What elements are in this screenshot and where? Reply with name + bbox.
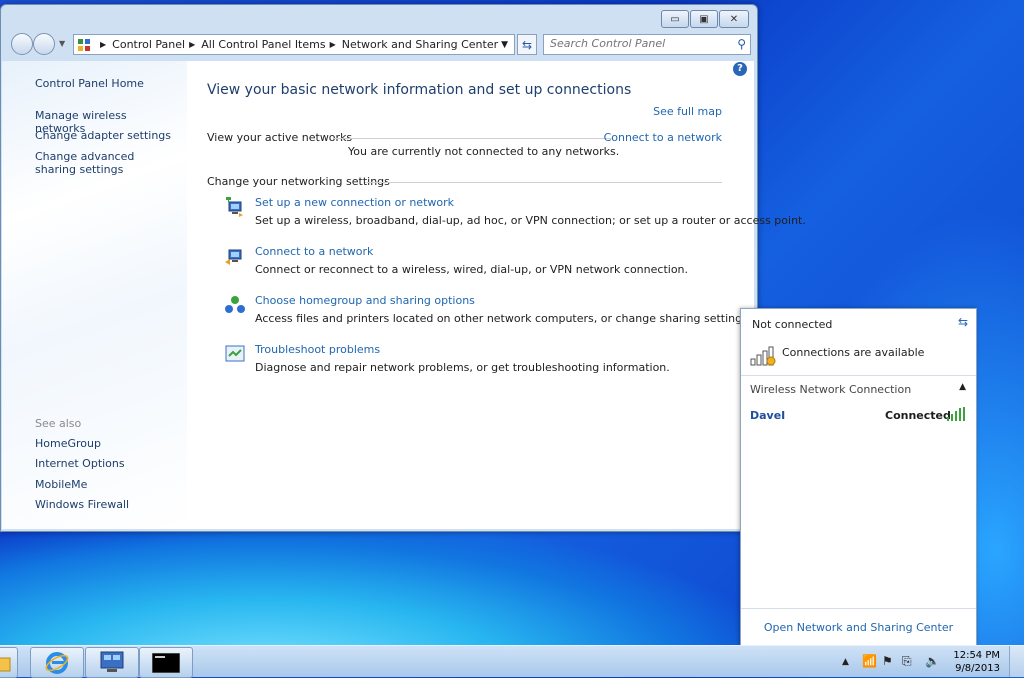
homegroup-icon: [225, 296, 245, 313]
search-input[interactable]: [544, 35, 730, 52]
network-status-icon[interactable]: 📶: [862, 654, 877, 668]
command-prompt-icon: [152, 653, 180, 673]
back-button[interactable]: [11, 33, 33, 55]
breadcrumb-arrow-icon[interactable]: ▶: [189, 40, 195, 49]
minimize-button[interactable]: ▭: [661, 10, 689, 28]
connect-to-network-link[interactable]: Connect to a network: [604, 131, 722, 144]
search-box: ⚲: [543, 34, 751, 55]
taskbar-explorer-button[interactable]: [0, 647, 18, 678]
caption-buttons: ▭ ▣ ✕: [660, 10, 749, 28]
wireless-section-header[interactable]: Wireless Network Connection: [750, 383, 911, 396]
open-network-center-link[interactable]: Open Network and Sharing Center: [741, 621, 976, 634]
divider: [365, 182, 722, 183]
recent-pages-chevron-icon[interactable]: ▼: [59, 39, 65, 48]
see-also-heading: See also: [35, 417, 82, 430]
see-also-mobileme[interactable]: MobileMe: [35, 478, 175, 491]
maximize-icon: ▣: [699, 13, 709, 25]
see-also-homegroup[interactable]: HomeGroup: [35, 437, 175, 450]
network-flyout: Not connected ⇆ Connections are availabl…: [740, 308, 977, 646]
clock-date[interactable]: 9/8/2013: [955, 663, 1000, 674]
network-item-name[interactable]: DaveI: [750, 409, 785, 422]
system-tray: ▲ 📶 ⚑ ⎘ 🔈 12:54 PM 9/8/2013: [830, 646, 1024, 677]
new-connection-icon: [226, 197, 243, 217]
connections-available: Connections are available: [782, 346, 925, 359]
see-also-windows-firewall[interactable]: Windows Firewall: [35, 498, 175, 511]
divider: [741, 375, 976, 376]
not-connected-message: You are currently not connected to any n…: [348, 145, 620, 158]
sidebar-change-adapter[interactable]: Change adapter settings: [35, 129, 175, 142]
see-also-internet-options[interactable]: Internet Options: [35, 457, 175, 470]
wifi-signal-icon: [947, 407, 965, 421]
control-panel-icon: [78, 38, 90, 51]
breadcrumb-control-panel[interactable]: Control Panel: [112, 38, 185, 51]
volume-icon[interactable]: 🔈: [925, 654, 940, 668]
forward-button[interactable]: [33, 33, 55, 55]
taskbar-ie-button[interactable]: [30, 647, 84, 678]
show-desktop-button[interactable]: [1009, 646, 1024, 677]
setup-new-connection-link[interactable]: Set up a new connection or network: [255, 196, 454, 209]
show-hidden-icons-icon[interactable]: ▲: [842, 657, 849, 667]
navigation-buttons: ▼: [11, 33, 69, 55]
troubleshoot-icon: [225, 345, 245, 362]
main-panel: View your basic network information and …: [207, 61, 806, 529]
address-dropdown-icon[interactable]: ▼: [501, 40, 508, 50]
connect-to-network-task-link[interactable]: Connect to a network: [255, 245, 373, 258]
sidebar-advanced-sharing[interactable]: Change advanced sharing settings: [35, 150, 175, 176]
page-title: View your basic network information and …: [207, 82, 632, 98]
change-settings-label: Change your networking settings: [207, 175, 390, 188]
breadcrumb-arrow-icon[interactable]: ▶: [100, 40, 106, 49]
task-description: Diagnose and repair network problems, or…: [255, 361, 670, 374]
see-full-map-link[interactable]: See full map: [653, 105, 722, 118]
task-description: Set up a wireless, broadband, dial-up, a…: [255, 214, 806, 227]
breadcrumb-arrow-icon[interactable]: ▶: [330, 40, 336, 49]
maximize-button[interactable]: ▣: [690, 10, 718, 28]
desktop-wallpaper: [0, 520, 760, 650]
close-button[interactable]: ✕: [719, 10, 749, 28]
connect-network-icon: [225, 249, 242, 265]
minimize-icon: ▭: [670, 13, 680, 25]
refresh-icon: ⇆: [521, 37, 533, 52]
content-area: Control Panel Home Manage wireless netwo…: [2, 61, 806, 529]
taskbar-command-prompt-button[interactable]: [139, 647, 193, 678]
chevron-up-icon[interactable]: ▲: [959, 382, 966, 392]
signal-strength-icon: [750, 346, 776, 366]
control-panel-icon: [100, 651, 124, 672]
help-icon[interactable]: ?: [733, 62, 747, 76]
divider: [333, 138, 613, 139]
troubleshoot-problems-link[interactable]: Troubleshoot problems: [255, 343, 380, 356]
close-icon: ✕: [729, 13, 739, 25]
address-bar: ▼ ▶ Control Panel ▶ All Control Panel It…: [9, 32, 751, 56]
action-center-flag-icon[interactable]: ⚑: [882, 654, 893, 668]
network-sharing-window: ▭ ▣ ✕ ▼ ▶ Control Panel ▶ All Control Pa…: [0, 4, 806, 532]
folder-icon: [0, 657, 11, 672]
safely-remove-hardware-icon[interactable]: ⎘: [902, 654, 912, 669]
refresh-icon[interactable]: ⇆: [958, 315, 968, 329]
divider: [741, 608, 976, 609]
sidebar: Control Panel Home Manage wireless netwo…: [2, 61, 187, 529]
search-icon[interactable]: ⚲: [737, 37, 746, 51]
connection-status: Not connected: [752, 318, 833, 331]
active-networks-label: View your active networks: [207, 131, 353, 144]
clock-time[interactable]: 12:54 PM: [953, 650, 1000, 661]
homegroup-sharing-link[interactable]: Choose homegroup and sharing options: [255, 294, 475, 307]
taskbar-control-panel-button[interactable]: [85, 647, 139, 678]
task-description: Access files and printers located on oth…: [255, 312, 752, 325]
task-description: Connect or reconnect to a wireless, wire…: [255, 263, 689, 276]
breadcrumb[interactable]: ▶ Control Panel ▶ All Control Panel Item…: [73, 34, 515, 55]
breadcrumb-all-items[interactable]: All Control Panel Items: [201, 38, 325, 51]
network-item-status: Connected: [885, 409, 951, 422]
breadcrumb-network-center[interactable]: Network and Sharing Center: [342, 38, 498, 51]
taskbar: ▲ 📶 ⚑ ⎘ 🔈 12:54 PM 9/8/2013: [0, 645, 1024, 678]
internet-explorer-icon: [45, 652, 69, 674]
sidebar-control-panel-home[interactable]: Control Panel Home: [35, 77, 175, 90]
refresh-button[interactable]: ⇆: [517, 34, 537, 55]
